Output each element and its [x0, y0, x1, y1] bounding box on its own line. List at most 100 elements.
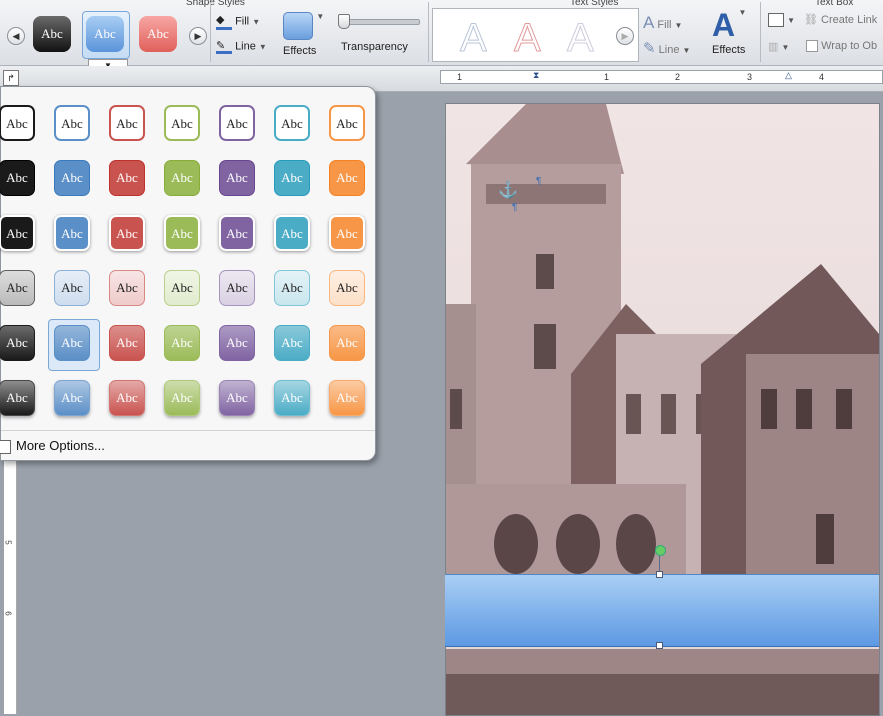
transparency-label: Transparency	[341, 41, 408, 53]
style-swatch-teal-row-4[interactable]: Abc	[274, 270, 310, 306]
style-swatch-purple-row-1[interactable]: Abc	[219, 105, 255, 141]
resize-handle-top[interactable]	[656, 571, 663, 578]
create-link-button[interactable]: ⛓ Create Link	[804, 13, 877, 26]
next-text-style-button[interactable]: ▶	[616, 27, 634, 45]
style-swatch-red-row-2[interactable]: Abc	[109, 160, 145, 196]
ruler-number: 2	[675, 72, 681, 82]
style-swatch-blue-row-4[interactable]: Abc	[54, 270, 90, 306]
effects-icon	[283, 12, 313, 40]
style-swatch-purple-row-2[interactable]: Abc	[219, 160, 255, 196]
style-swatch-green-row-1[interactable]: Abc	[164, 105, 200, 141]
paragraph-mark: ¶	[536, 176, 542, 187]
style-swatch-black-row-2[interactable]: Abc	[0, 160, 35, 196]
style-swatch-black-row-5[interactable]: Abc	[0, 325, 35, 361]
style-swatch-red-row-4[interactable]: Abc	[109, 270, 145, 306]
ruler-number: 1	[457, 72, 463, 82]
style-swatch-blue-row-3[interactable]: Abc	[54, 215, 90, 251]
chevron-down-icon: ▼	[316, 12, 325, 21]
style-swatch-black[interactable]: Abc	[33, 16, 71, 52]
style-swatch-orange-row-5[interactable]: Abc	[329, 325, 365, 361]
more-options-label: More Options...	[16, 438, 105, 453]
group-label-text-box: Text Box	[815, 0, 854, 8]
ruler-number: 4	[819, 72, 825, 82]
style-swatch-black-row-6[interactable]: Abc	[0, 380, 35, 416]
group-label-text-styles: Text Styles	[570, 0, 619, 8]
style-swatch-orange-row-4[interactable]: Abc	[329, 270, 365, 306]
style-swatch-red-row-5[interactable]: Abc	[109, 325, 145, 361]
transparency-slider-track[interactable]	[338, 19, 420, 25]
tab-selector-icon[interactable]: ↱	[3, 70, 19, 86]
resize-handle-bottom[interactable]	[656, 642, 663, 649]
style-swatch-teal-row-5[interactable]: Abc	[274, 325, 310, 361]
shape-line-button[interactable]: ✎ Line ▼	[216, 39, 267, 54]
style-swatch-teal-row-2[interactable]: Abc	[274, 160, 310, 196]
wordart-style-3[interactable]: A	[567, 18, 595, 59]
shape-line-label: Line	[235, 40, 256, 53]
style-swatch-green-row-2[interactable]: Abc	[164, 160, 200, 196]
style-swatch-green-row-3[interactable]: Abc	[164, 215, 200, 251]
style-swatch-black-row-4[interactable]: Abc	[0, 270, 35, 306]
style-swatch-blue-row-1[interactable]: Abc	[54, 105, 90, 141]
wordart-style-2[interactable]: A	[514, 18, 542, 59]
vruler-number: 5	[3, 540, 13, 545]
style-swatch-orange-row-6[interactable]: Abc	[329, 380, 365, 416]
columns-button[interactable]: ▥ ▼	[768, 40, 789, 53]
text-line-button[interactable]: ✎ Line ▼	[643, 39, 690, 57]
style-swatch-teal-row-3[interactable]: Abc	[274, 215, 310, 251]
wordart-style-1[interactable]: A	[460, 18, 488, 59]
wrap-to-object-label: Wrap to Ob	[821, 40, 878, 52]
chevron-down-icon: ▼	[674, 21, 683, 30]
style-swatch-blue-row-5[interactable]: Abc	[54, 325, 90, 361]
style-swatch-green-row-5[interactable]: Abc	[164, 325, 200, 361]
style-swatch-orange-row-1[interactable]: Abc	[329, 105, 365, 141]
horizontal-ruler[interactable]: 1 1 2 3 4 ⧗ △	[440, 70, 883, 84]
transparency-slider-thumb[interactable]	[338, 14, 350, 29]
text-effects-label: Effects	[712, 44, 746, 56]
ribbon: Shape Styles Text Styles Text Box ◀ Abc …	[0, 0, 883, 73]
style-swatch-blue-row-6[interactable]: Abc	[54, 380, 90, 416]
style-swatch-blue-row-2[interactable]: Abc	[54, 160, 90, 196]
text-direction-button[interactable]: ▼	[768, 13, 795, 27]
rotation-handle[interactable]	[655, 545, 666, 556]
prev-style-button[interactable]: ◀	[7, 27, 25, 45]
ruler-number: 3	[747, 72, 753, 82]
shape-fill-label: Fill	[235, 15, 250, 28]
more-options-row[interactable]: More Options...	[0, 430, 375, 461]
style-swatch-black-row-3[interactable]: Abc	[0, 215, 35, 251]
style-swatch-teal-row-1[interactable]: Abc	[274, 105, 310, 141]
columns-icon: ▥	[768, 41, 779, 53]
style-swatch-purple-row-4[interactable]: Abc	[219, 270, 255, 306]
text-fill-label: Fill	[657, 19, 672, 31]
chevron-down-icon: ▼	[738, 8, 747, 17]
link-icon: ⛓	[804, 14, 818, 26]
style-swatch-teal-row-6[interactable]: Abc	[274, 380, 310, 416]
selected-text-box[interactable]	[445, 574, 879, 647]
style-swatch-orange-row-2[interactable]: Abc	[329, 160, 365, 196]
text-fill-icon: A	[643, 13, 655, 32]
style-swatch-green-row-4[interactable]: Abc	[164, 270, 200, 306]
style-swatch-red[interactable]: Abc	[139, 16, 177, 52]
style-swatch-purple-row-6[interactable]: Abc	[219, 380, 255, 416]
style-swatch-red-row-3[interactable]: Abc	[109, 215, 145, 251]
next-style-button[interactable]: ▶	[189, 27, 207, 45]
anchor-icon[interactable]: ⚓	[498, 180, 518, 200]
wrap-to-object-checkbox[interactable]: Wrap to Ob	[806, 40, 878, 53]
style-swatch-green-row-6[interactable]: Abc	[164, 380, 200, 416]
text-fill-button[interactable]: A Fill ▼	[643, 13, 682, 33]
indent-marker[interactable]: ⧗	[533, 70, 539, 81]
style-swatch-orange-row-3[interactable]: Abc	[329, 215, 365, 251]
style-swatch-red-row-1[interactable]: Abc	[109, 105, 145, 141]
shape-fill-button[interactable]: ◆ Fill ▼	[216, 13, 260, 30]
style-swatch-black-row-1[interactable]: Abc	[0, 105, 35, 141]
chevron-down-icon: ▼	[781, 43, 790, 52]
shape-effects-button[interactable]: ▼ Effects	[283, 12, 324, 57]
style-swatch-blue[interactable]: Abc	[86, 16, 124, 52]
tab-stop-marker[interactable]: △	[785, 70, 792, 81]
style-swatch-purple-row-3[interactable]: Abc	[219, 215, 255, 251]
style-swatch-red-row-6[interactable]: Abc	[109, 380, 145, 416]
ruler-number: 1	[604, 72, 610, 82]
style-swatch-purple-row-5[interactable]: Abc	[219, 325, 255, 361]
chevron-down-icon: ▼	[252, 17, 261, 27]
ribbon-separator	[210, 2, 211, 62]
text-effects-button[interactable]: A ▼ Effects	[712, 8, 746, 56]
